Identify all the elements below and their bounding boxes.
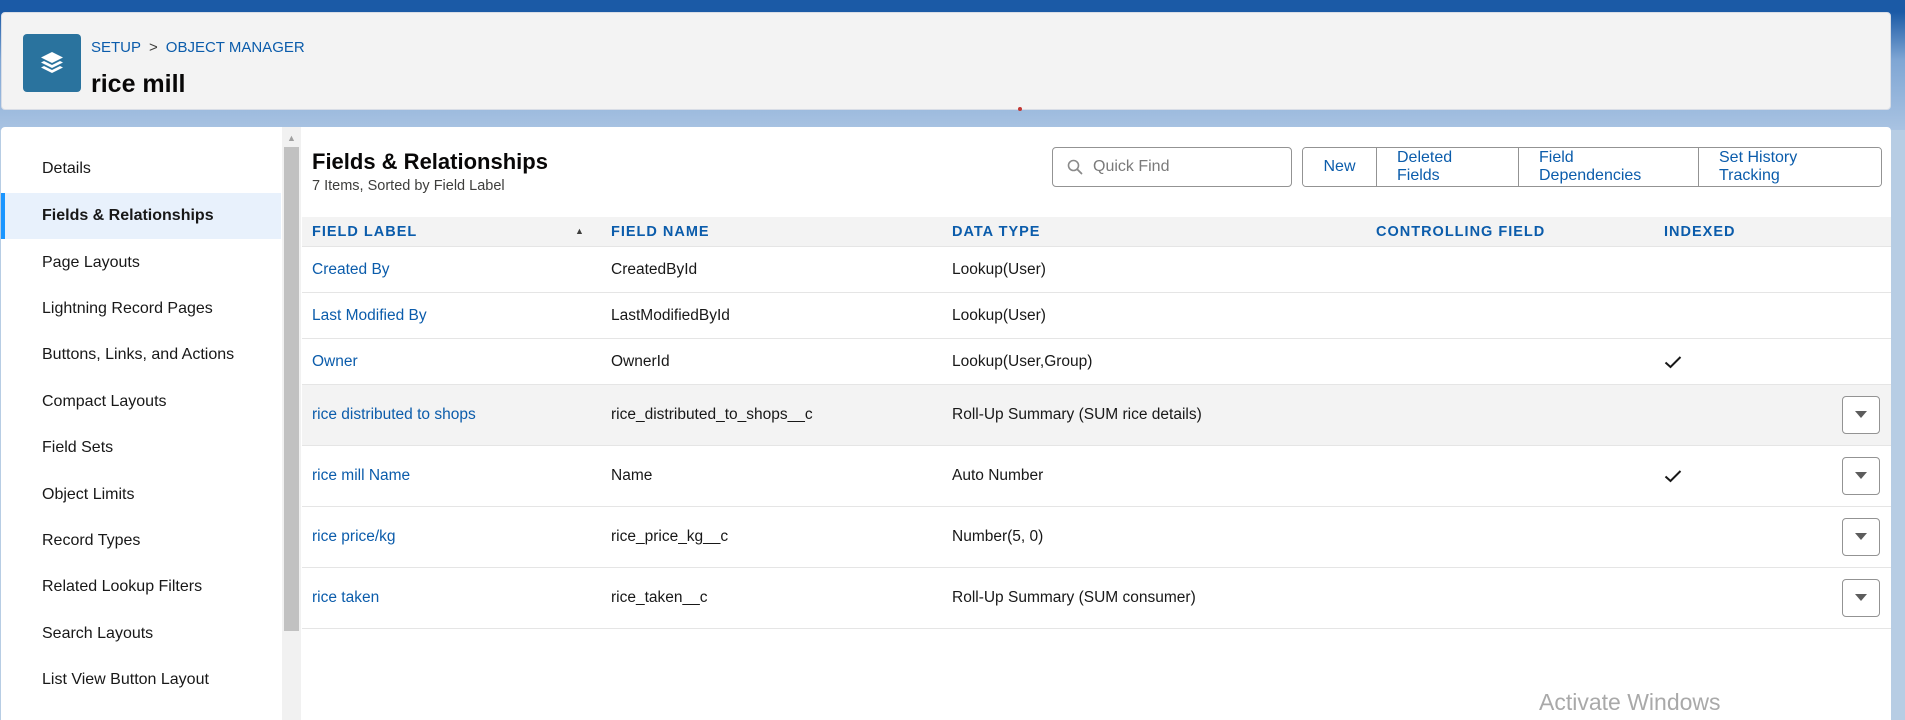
action-button-group: New Deleted Fields Field Dependencies Se… xyxy=(1302,147,1882,187)
breadcrumb: SETUP > OBJECT MANAGER xyxy=(91,39,305,56)
page-title: rice mill xyxy=(91,70,186,98)
field-name-cell: rice_distributed_to_shops__c xyxy=(611,406,813,423)
field-name-cell: rice_taken__c xyxy=(611,589,708,606)
data-type-cell: Lookup(User,Group) xyxy=(952,352,1093,370)
row-actions-dropdown[interactable] xyxy=(1842,457,1880,495)
breadcrumb-object-manager[interactable]: OBJECT MANAGER xyxy=(166,39,305,56)
nav-item-fields-relationships[interactable]: Fields & Relationships xyxy=(1,193,281,239)
nav-item-object-limits[interactable]: Object Limits xyxy=(1,472,281,518)
table-row: rice distributed to shops rice_distribut… xyxy=(302,385,1891,446)
field-label-link[interactable]: Last Modified By xyxy=(312,293,427,338)
nav-item-search-layouts[interactable]: Search Layouts xyxy=(1,611,281,657)
breadcrumb-setup[interactable]: SETUP xyxy=(91,39,141,56)
chevron-down-icon xyxy=(1855,411,1867,418)
indexed-checkmark-icon xyxy=(1664,339,1682,384)
column-header-data-type[interactable]: DATA TYPE xyxy=(952,217,1040,247)
field-label-link[interactable]: Owner xyxy=(312,339,358,384)
scroll-up-arrow-icon[interactable]: ▲ xyxy=(282,131,301,145)
nav-item-compact-layouts[interactable]: Compact Layouts xyxy=(1,379,281,425)
object-header: SETUP > OBJECT MANAGER rice mill xyxy=(1,12,1891,110)
main-panel: Details Fields & Relationships Page Layo… xyxy=(1,127,1891,720)
field-name-cell: Name xyxy=(611,467,653,484)
stack-layers-icon xyxy=(23,34,81,92)
chevron-down-icon xyxy=(1855,472,1867,479)
field-label-link[interactable]: rice price/kg xyxy=(312,507,396,567)
set-history-tracking-button[interactable]: Set History Tracking xyxy=(1699,148,1881,186)
new-button[interactable]: New xyxy=(1303,148,1377,186)
scroll-thumb[interactable] xyxy=(284,147,299,631)
data-type-cell: Roll-Up Summary (SUM rice details) xyxy=(952,406,1202,423)
field-name-cell: LastModifiedById xyxy=(611,306,730,324)
field-label-link[interactable]: rice mill Name xyxy=(312,446,410,506)
table-row: rice mill Name Name Auto Number xyxy=(302,446,1891,507)
column-header-controlling-field[interactable]: CONTROLLING FIELD xyxy=(1376,217,1545,247)
nav-item-record-types[interactable]: Record Types xyxy=(1,518,281,564)
field-dependencies-button[interactable]: Field Dependencies xyxy=(1519,148,1699,186)
field-label-link[interactable]: rice taken xyxy=(312,568,379,628)
deleted-fields-button[interactable]: Deleted Fields xyxy=(1377,148,1519,186)
nav-item-page-layouts[interactable]: Page Layouts xyxy=(1,240,281,286)
quick-find-field[interactable] xyxy=(1052,147,1292,187)
data-type-cell: Lookup(User) xyxy=(952,306,1046,324)
nav-item-details[interactable]: Details xyxy=(1,146,281,192)
field-name-cell: CreatedById xyxy=(611,260,698,278)
nav-item-lightning-record-pages[interactable]: Lightning Record Pages xyxy=(1,286,281,332)
left-nav: Details Fields & Relationships Page Layo… xyxy=(1,127,281,720)
sort-ascending-icon[interactable]: ▲ xyxy=(575,226,584,236)
table-row: Created By CreatedById Lookup(User) xyxy=(302,247,1891,293)
nav-item-field-sets[interactable]: Field Sets xyxy=(1,425,281,471)
row-actions-dropdown[interactable] xyxy=(1842,518,1880,556)
section-title: Fields & Relationships xyxy=(312,149,548,174)
data-type-cell: Lookup(User) xyxy=(952,260,1046,278)
data-type-cell: Roll-Up Summary (SUM consumer) xyxy=(952,589,1196,606)
field-name-cell: rice_price_kg__c xyxy=(611,528,729,545)
field-label-link[interactable]: Created By xyxy=(312,247,390,292)
table-row: Last Modified By LastModifiedById Lookup… xyxy=(302,293,1891,339)
table-row: rice taken rice_taken__c Roll-Up Summary… xyxy=(302,568,1891,629)
nav-item-buttons-links-actions[interactable]: Buttons, Links, and Actions xyxy=(1,332,281,378)
breadcrumb-separator: > xyxy=(149,39,158,56)
chevron-down-icon xyxy=(1855,533,1867,540)
search-icon xyxy=(1067,159,1083,175)
status-dot xyxy=(1018,107,1022,111)
chevron-down-icon xyxy=(1855,594,1867,601)
fields-content: Fields & Relationships 7 Items, Sorted b… xyxy=(302,127,1891,720)
row-actions-dropdown[interactable] xyxy=(1842,579,1880,617)
data-type-cell: Auto Number xyxy=(952,467,1044,484)
quick-find-input[interactable] xyxy=(1093,158,1283,176)
column-header-field-label[interactable]: FIELD LABEL xyxy=(312,217,417,247)
row-actions-dropdown[interactable] xyxy=(1842,396,1880,434)
indexed-checkmark-icon xyxy=(1664,446,1682,506)
nav-item-list-view-button-layout[interactable]: List View Button Layout xyxy=(1,657,281,703)
field-name-cell: OwnerId xyxy=(611,352,670,370)
nav-scrollbar[interactable]: ▲ xyxy=(282,127,301,720)
data-type-cell: Number(5, 0) xyxy=(952,528,1044,545)
field-label-link[interactable]: rice distributed to shops xyxy=(312,385,476,445)
column-header-field-name[interactable]: FIELD NAME xyxy=(611,217,710,247)
table-row: Owner OwnerId Lookup(User,Group) xyxy=(302,339,1891,385)
column-header-indexed[interactable]: INDEXED xyxy=(1664,217,1735,247)
table-row: rice price/kg rice_price_kg__c Number(5,… xyxy=(302,507,1891,568)
section-subtitle: 7 Items, Sorted by Field Label xyxy=(312,178,505,194)
nav-item-related-lookup-filters[interactable]: Related Lookup Filters xyxy=(1,564,281,610)
table-header: FIELD LABEL ▲ FIELD NAME DATA TYPE CONTR… xyxy=(302,217,1891,247)
activate-windows-watermark: Activate Windows xyxy=(1539,689,1721,715)
